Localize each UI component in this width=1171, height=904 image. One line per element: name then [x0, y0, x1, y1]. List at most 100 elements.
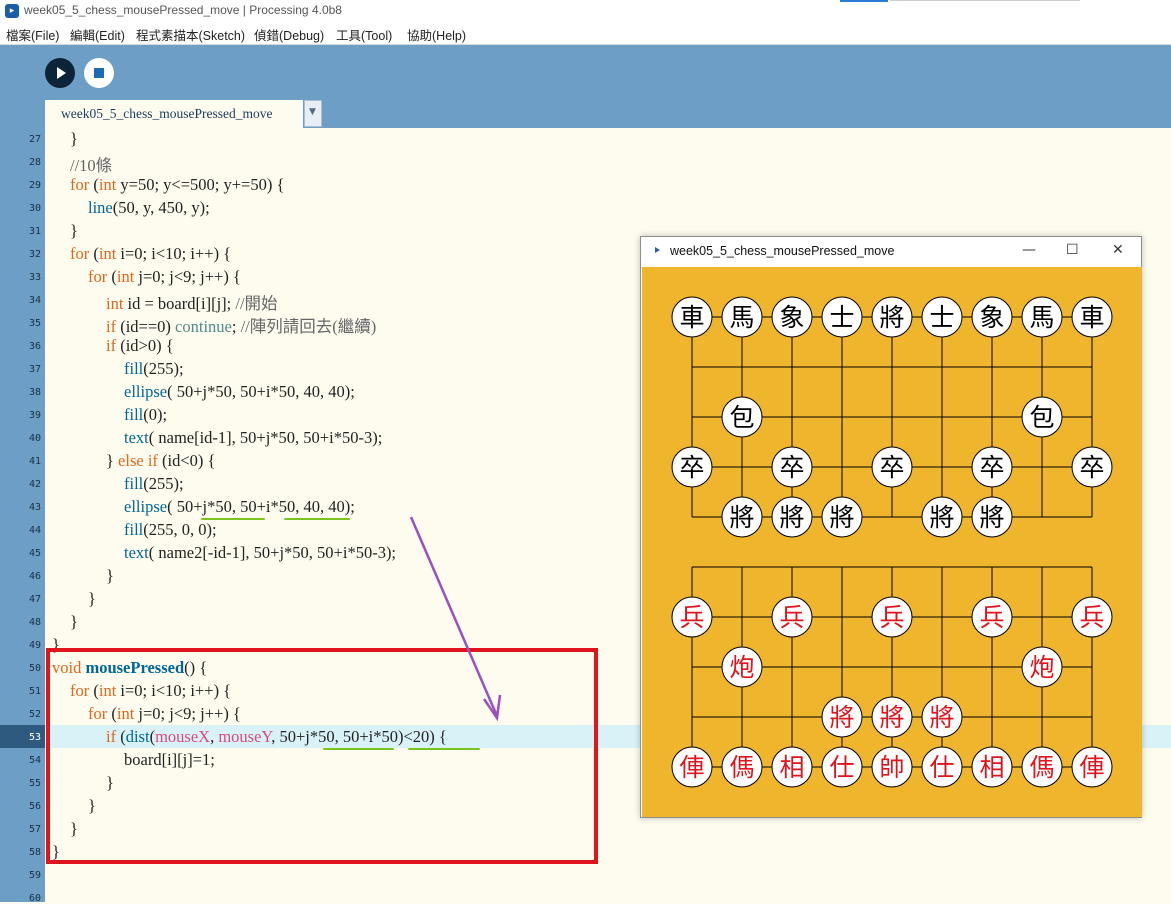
- chess-piece-label: 兵: [779, 603, 804, 632]
- chess-piece-label: 炮: [1029, 653, 1054, 682]
- chess-piece-label: 相: [779, 753, 804, 782]
- line-number: 36: [28, 341, 41, 352]
- chevron-down-icon: ▼: [309, 107, 316, 117]
- code-line: for (int j=0; j<9; j++) {: [88, 267, 241, 287]
- processing-app-icon: ▸: [5, 4, 19, 18]
- chess-piece-label: 將: [979, 503, 1004, 532]
- chess-board-canvas[interactable]: 車馬象士將士象馬車包 包卒卒卒卒卒將將將將將兵兵兵兵兵炮 炮將將將俥傌相仕帥仕相傌俥: [642, 267, 1142, 817]
- code-token: int: [98, 175, 117, 194]
- tab-sketch[interactable]: week05_5_chess_mousePressed_move: [45, 100, 303, 128]
- code-line: fill(255);: [124, 474, 184, 494]
- line-number: 51: [28, 686, 41, 697]
- code-line: fill(0);: [124, 405, 167, 425]
- code-token: (0);: [143, 405, 168, 424]
- code-line: } else if (id<0) {: [106, 451, 215, 471]
- sketch-title-bar: week05_5_chess_mousePressed_move — ☐ ✕: [641, 237, 1141, 267]
- line-number: 59: [28, 870, 41, 881]
- sketch-window[interactable]: week05_5_chess_mousePressed_move — ☐ ✕ 車…: [640, 236, 1142, 818]
- menu-help[interactable]: 協助(Help): [407, 25, 466, 44]
- chess-piece-label: 車: [679, 303, 704, 332]
- code-token: j=0; j<9; j++) {: [134, 267, 241, 286]
- menu-edit[interactable]: 編輯(Edit): [70, 25, 125, 44]
- code-line: line(50, y, 450, y);: [88, 198, 210, 218]
- line-number: 40: [28, 433, 41, 444]
- menu-debug[interactable]: 偵錯(Debug): [254, 25, 324, 44]
- line-number: 28: [28, 157, 41, 168]
- code-token: ellipse: [124, 497, 168, 516]
- chess-piece-label: 馬: [1029, 303, 1054, 332]
- code-token: fill: [124, 474, 144, 493]
- chess-piece-label: 仕: [829, 753, 854, 782]
- chess-piece-label: 炮: [729, 653, 754, 682]
- code-token: fill: [124, 520, 144, 539]
- code-token: (: [89, 175, 99, 194]
- code-token: for: [70, 244, 90, 263]
- run-button[interactable]: [45, 58, 75, 88]
- title-accent-bar: [840, 0, 888, 2]
- code-token: text: [124, 543, 149, 562]
- code-token: }: [88, 589, 96, 608]
- code-token: fill: [124, 359, 144, 378]
- chess-piece-label: 兵: [979, 603, 1004, 632]
- maximize-icon[interactable]: ☐: [1066, 242, 1079, 258]
- code-token: for: [88, 267, 108, 286]
- line-number: 44: [28, 525, 41, 536]
- code-line: }: [70, 129, 78, 149]
- line-number: 56: [28, 801, 41, 812]
- code-token: int: [106, 294, 124, 313]
- highlight-box: [46, 648, 598, 864]
- code-token: text: [124, 428, 149, 447]
- code-token: (255, 0, 0);: [143, 520, 217, 539]
- chess-piece-label: 包: [1029, 403, 1054, 432]
- chess-piece-label: 卒: [979, 453, 1004, 482]
- line-number: 47: [28, 594, 41, 605]
- chess-piece-label: 卒: [879, 453, 904, 482]
- sketch-app-icon: [655, 247, 660, 253]
- chess-piece-label: 俥: [679, 753, 704, 782]
- code-token: }: [106, 566, 114, 585]
- menu-tool[interactable]: 工具(Tool): [336, 25, 392, 44]
- code-token: (255);: [143, 359, 184, 378]
- code-token: if: [106, 336, 117, 355]
- minimize-icon[interactable]: —: [1022, 242, 1036, 258]
- toolbar: week05_5_chess_mousePressed_move ▼: [0, 45, 1171, 128]
- code-token: ;: [231, 317, 241, 336]
- line-number: 37: [28, 364, 41, 375]
- chess-piece-label: 將: [729, 503, 754, 532]
- tab-menu-button[interactable]: ▼: [304, 100, 322, 127]
- code-token: id = board[i][j];: [123, 294, 236, 313]
- line-number: 32: [28, 249, 41, 260]
- line-number: 27: [28, 134, 41, 145]
- chess-piece-label: 將: [829, 703, 854, 732]
- stop-button[interactable]: [84, 58, 114, 88]
- code-token: //開始: [235, 294, 278, 313]
- chess-piece-label: 兵: [679, 603, 704, 632]
- line-number: 43: [28, 502, 41, 513]
- close-icon[interactable]: ✕: [1112, 242, 1124, 258]
- line-number: 33: [28, 272, 41, 283]
- chess-piece-label: 帥: [879, 753, 904, 782]
- code-line: }: [88, 589, 96, 609]
- line-number: 54: [28, 755, 41, 766]
- chess-piece-label: 俥: [1079, 753, 1104, 782]
- menu-file[interactable]: 檔案(File): [6, 25, 59, 44]
- line-number: 34: [28, 295, 41, 306]
- code-token: (: [107, 267, 117, 286]
- chess-piece-label: 士: [929, 303, 954, 332]
- code-line: text( name[id-1], 50+j*50, 50+i*50-3);: [124, 428, 382, 448]
- line-number: 35: [28, 318, 41, 329]
- window-title: week05_5_chess_mousePressed_move | Proce…: [24, 3, 342, 17]
- sketch-title: week05_5_chess_mousePressed_move: [670, 244, 895, 258]
- chess-piece-label: 卒: [1079, 453, 1104, 482]
- line-number: 42: [28, 479, 41, 490]
- code-line: //10條: [70, 152, 112, 176]
- chess-piece-label: 傌: [1029, 753, 1054, 782]
- code-token: if: [147, 451, 158, 470]
- code-token: }: [106, 451, 119, 470]
- chess-piece-label: 將: [879, 303, 904, 332]
- chess-piece-label: 傌: [729, 753, 754, 782]
- chess-piece-label: 相: [979, 753, 1004, 782]
- code-token: (id<0) {: [157, 451, 216, 470]
- code-token: continue: [175, 317, 232, 336]
- menu-sketch[interactable]: 程式素描本(Sketch): [136, 25, 245, 44]
